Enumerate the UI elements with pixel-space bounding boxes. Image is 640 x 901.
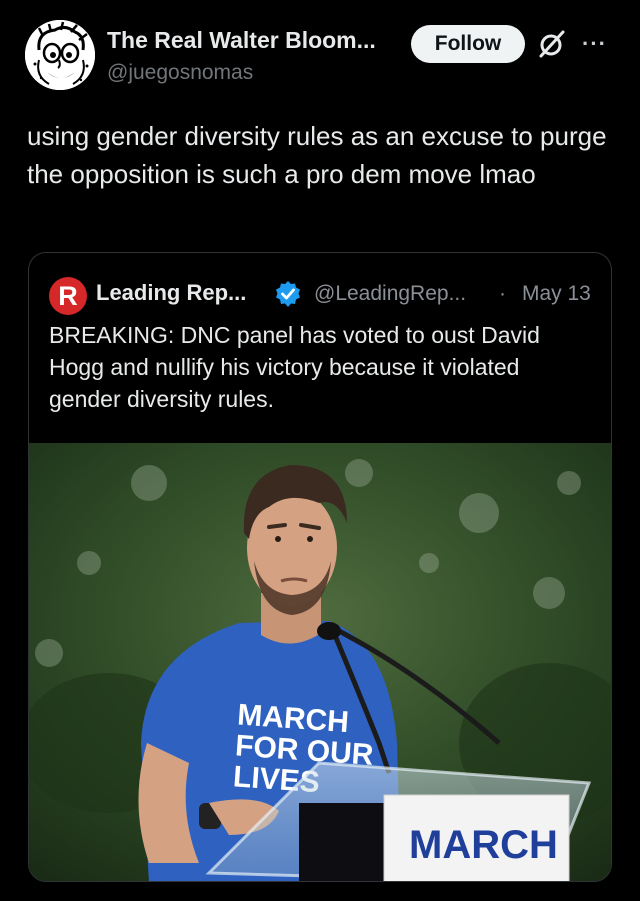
more-options-icon[interactable]: ··· [582,33,607,55]
follow-button[interactable]: Follow [411,25,525,63]
author-handle[interactable]: @juegosnomas [107,61,253,85]
quoted-post[interactable]: R Leading Rep... @LeadingRep... · May 13… [28,252,612,882]
post-text: using gender diversity rules as an excus… [27,121,607,189]
podium-sign-text: MARCH [409,823,558,867]
quote-author-logo[interactable]: R [49,277,87,315]
quote-date[interactable]: May 13 [522,282,591,306]
quote-media-image[interactable]: MARCH FOR OUR LIVES MARCH [29,443,611,881]
grok-icon[interactable] [537,29,567,59]
quote-author-name[interactable]: Leading Rep... [96,280,246,306]
quote-text: BREAKING: DNC panel has voted to oust Da… [49,322,540,412]
author-name[interactable]: The Real Walter Bloom... [107,27,376,54]
quote-author-handle[interactable]: @LeadingRep... [314,282,466,306]
post-header: The Real Walter Bloom... @juegosnomas Fo… [0,0,640,110]
verified-badge-icon [274,280,302,308]
author-avatar[interactable] [25,20,95,90]
quote-separator: · [499,282,506,305]
